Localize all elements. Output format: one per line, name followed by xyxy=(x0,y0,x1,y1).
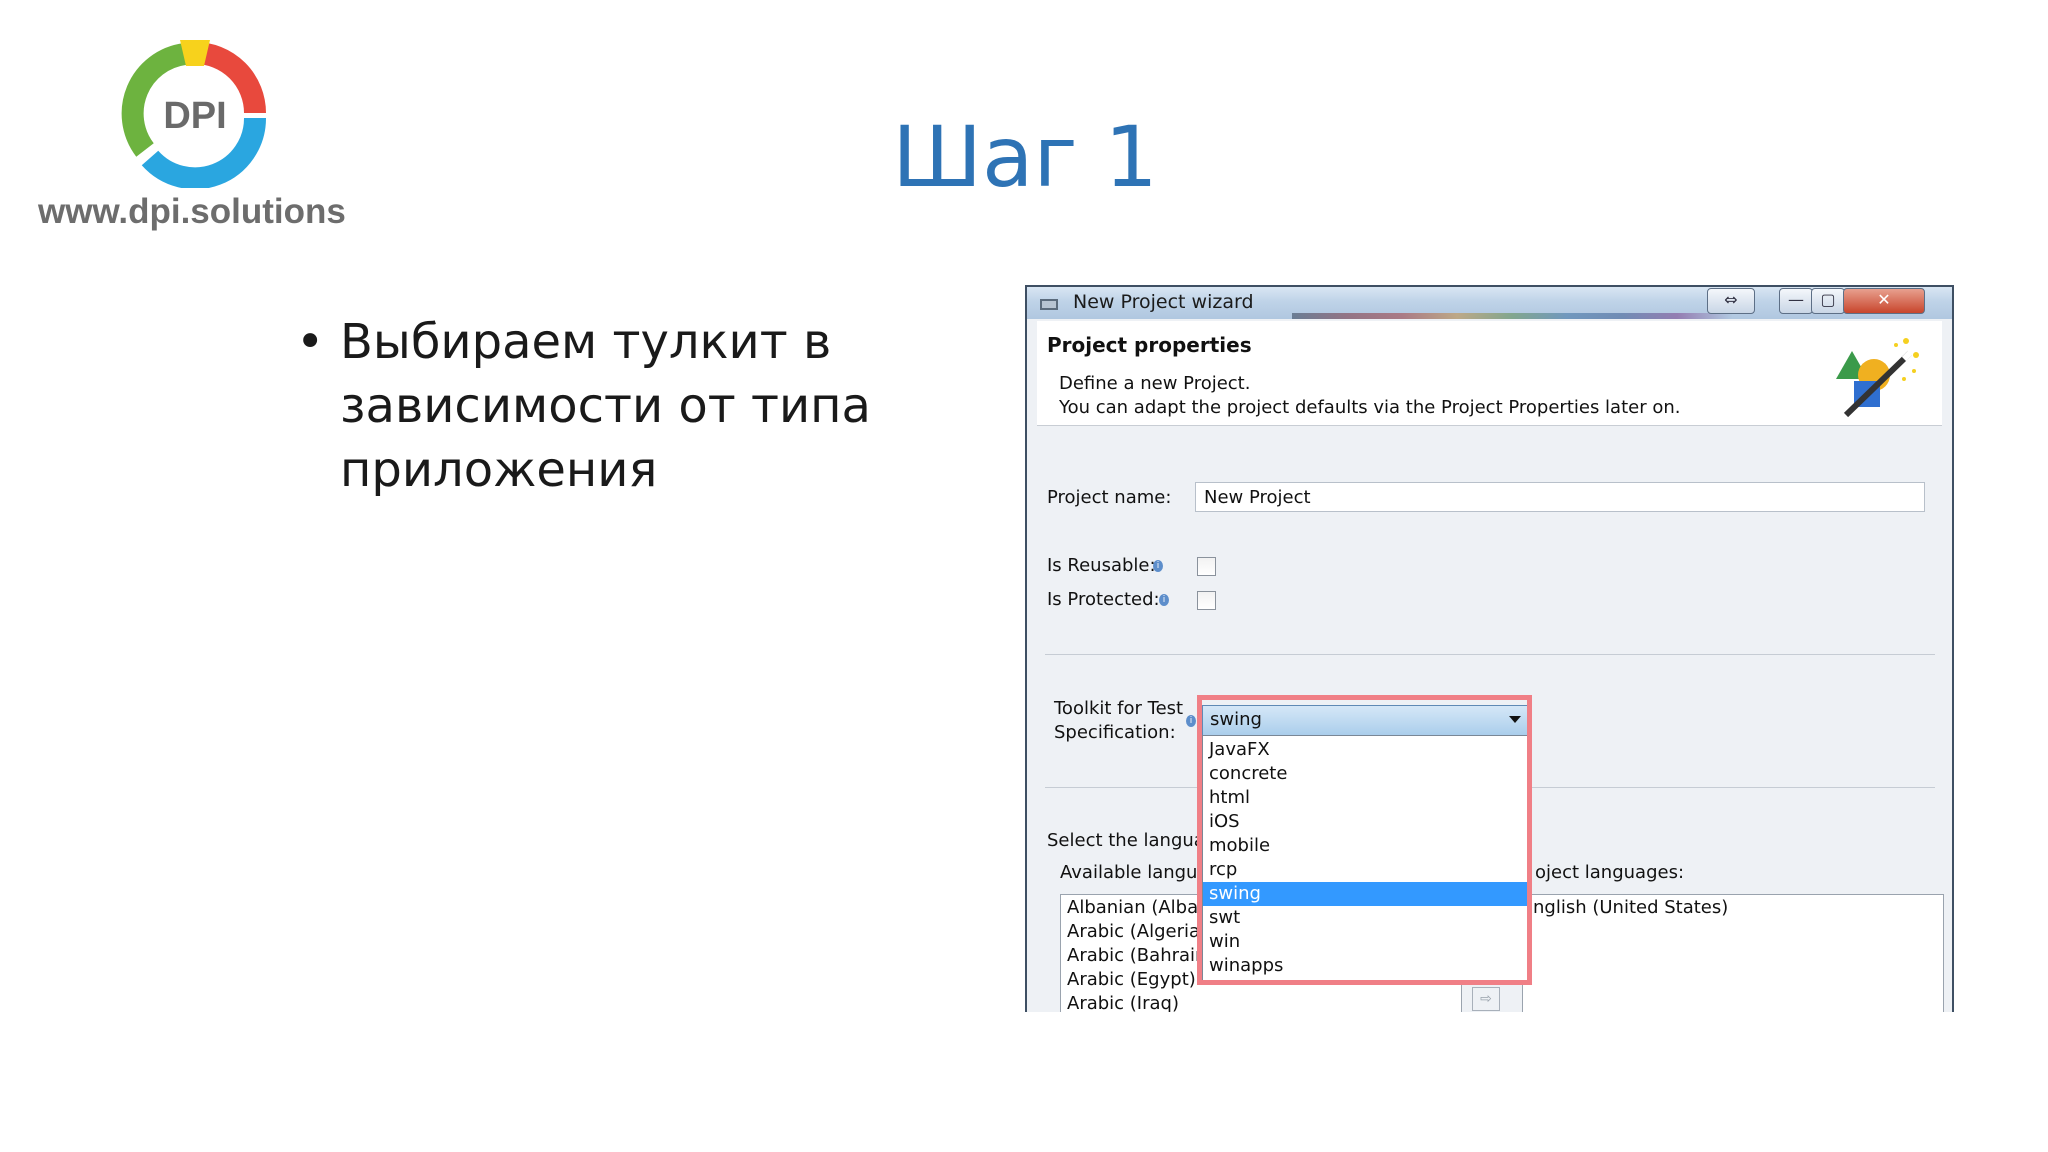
close-button[interactable]: ✕ xyxy=(1843,288,1925,314)
add-language-button[interactable]: ⇨ xyxy=(1472,987,1500,1011)
info-icon: i xyxy=(1186,715,1196,727)
dpi-logo: DPI xyxy=(121,40,267,188)
dropdown-option[interactable]: concrete xyxy=(1203,762,1528,786)
dropdown-option[interactable]: swt xyxy=(1203,906,1528,930)
wizard-icon xyxy=(1836,338,1919,418)
is-reusable-label: Is Reusable: xyxy=(1047,555,1156,576)
toolkit-dropdown-list[interactable]: JavaFX concrete html iOS mobile rcp swin… xyxy=(1202,735,1529,982)
titlebar-decoration xyxy=(1292,313,1732,319)
separator xyxy=(1045,654,1935,655)
toolkit-label-1: Toolkit for Test xyxy=(1054,698,1184,719)
bullet-line-3: приложения xyxy=(340,442,658,498)
page-title: Project properties xyxy=(1047,333,1252,357)
list-item[interactable]: Albanian (Alban xyxy=(1067,897,1210,918)
dropdown-option[interactable]: iOS xyxy=(1203,810,1528,834)
project-name-label: Project name: xyxy=(1047,487,1172,508)
window-titlebar[interactable]: New Project wizard ⇔ — ▢ ✕ xyxy=(1027,287,1952,319)
new-project-wizard-window: New Project wizard ⇔ — ▢ ✕ Project prope… xyxy=(1025,285,1954,1012)
toolkit-label-2: Specification: xyxy=(1054,722,1176,743)
info-icon: i xyxy=(1153,560,1163,572)
list-item[interactable]: Arabic (Egypt) xyxy=(1067,969,1196,990)
dropdown-option[interactable]: rcp xyxy=(1203,858,1528,882)
list-item[interactable]: Arabic (Iraq) xyxy=(1067,993,1179,1012)
is-reusable-checkbox[interactable] xyxy=(1197,557,1216,576)
dropdown-option[interactable]: html xyxy=(1203,786,1528,810)
select-language-label: Select the languag xyxy=(1047,830,1217,851)
toolkit-select[interactable]: swing xyxy=(1202,705,1529,737)
is-protected-label: Is Protected: xyxy=(1047,589,1160,610)
dropdown-option-selected[interactable]: swing xyxy=(1203,882,1528,906)
list-item[interactable]: Arabic (Bahrain xyxy=(1067,945,1206,966)
app-icon xyxy=(1040,299,1058,310)
header-description-1: Define a new Project. xyxy=(1059,373,1251,394)
project-name-input[interactable]: New Project xyxy=(1195,482,1925,512)
info-icon: i xyxy=(1159,594,1169,606)
list-item[interactable]: Arabic (Algeria) xyxy=(1067,921,1207,942)
resize-icon[interactable]: ⇔ xyxy=(1707,288,1755,314)
bullet-line-2: зависимости от типа xyxy=(340,378,871,434)
window-title: New Project wizard xyxy=(1073,291,1254,313)
project-languages-label: oject languages: xyxy=(1535,862,1685,883)
available-languages-label: Available langua xyxy=(1060,862,1209,883)
is-protected-checkbox[interactable] xyxy=(1197,591,1216,610)
bullet-dot: • xyxy=(296,314,325,370)
dropdown-option[interactable]: winapps xyxy=(1203,954,1528,978)
minimize-button[interactable]: — xyxy=(1779,288,1813,314)
maximize-button[interactable]: ▢ xyxy=(1811,288,1845,314)
slide-title: Шаг 1 xyxy=(892,108,1158,206)
dropdown-option[interactable]: mobile xyxy=(1203,834,1528,858)
bullet-point: • Выбираем тулкит в зависимости от типа … xyxy=(296,310,938,502)
dropdown-option[interactable]: win xyxy=(1203,930,1528,954)
dropdown-option[interactable]: JavaFX xyxy=(1203,738,1528,762)
list-item[interactable]: nglish (United States) xyxy=(1533,897,1728,918)
logo-url: www.dpi.solutions xyxy=(38,192,346,231)
bullet-line-1: Выбираем тулкит в xyxy=(340,314,832,370)
project-languages-list[interactable]: nglish (United States) xyxy=(1522,894,1944,1012)
chevron-down-icon[interactable] xyxy=(1509,716,1521,723)
wizard-header: Project properties Define a new Project.… xyxy=(1037,321,1942,426)
toolkit-selected-value: swing xyxy=(1210,709,1262,730)
logo-text: DPI xyxy=(163,95,226,137)
header-description-2: You can adapt the project defaults via t… xyxy=(1059,397,1681,418)
